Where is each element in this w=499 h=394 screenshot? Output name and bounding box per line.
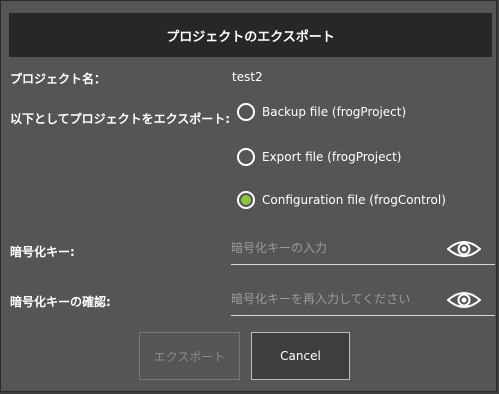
cancel-button[interactable]: Cancel	[251, 332, 350, 380]
eye-icon[interactable]	[447, 290, 481, 310]
radio-button-selected[interactable]	[237, 191, 255, 209]
option-export-file[interactable]: Export file (frogProject)	[237, 148, 401, 166]
confirm-key-label: 暗号化キーの確認:	[10, 295, 111, 309]
option-configuration-file[interactable]: Configuration file (frogControl)	[237, 191, 446, 209]
confirm-key-field	[231, 285, 495, 316]
option-backup-file[interactable]: Backup file (frogProject)	[237, 103, 406, 121]
dialog-title: プロジェクトのエクスポート	[9, 13, 492, 57]
radio-selected-dot	[241, 195, 251, 205]
option-label: Configuration file (frogControl)	[262, 193, 446, 207]
export-project-dialog: プロジェクトのエクスポート プロジェクト名： test2 以下としてプロジェクト…	[0, 0, 497, 392]
confirm-key-input[interactable]	[231, 285, 431, 313]
project-name-label: プロジェクト名：	[10, 72, 107, 86]
radio-button[interactable]	[237, 148, 255, 166]
radio-button[interactable]	[237, 103, 255, 121]
encryption-key-field	[231, 234, 495, 265]
project-name-value: test2	[232, 70, 263, 84]
option-label: Export file (frogProject)	[262, 150, 402, 164]
encryption-key-label: 暗号化キー:	[10, 245, 75, 259]
export-as-label: 以下としてプロジェクトをエクスポート:	[10, 112, 231, 126]
encryption-key-input[interactable]	[231, 234, 431, 262]
export-button[interactable]: エクスポート	[139, 332, 240, 380]
eye-icon[interactable]	[447, 239, 481, 259]
option-label: Backup file (frogProject)	[262, 105, 407, 119]
